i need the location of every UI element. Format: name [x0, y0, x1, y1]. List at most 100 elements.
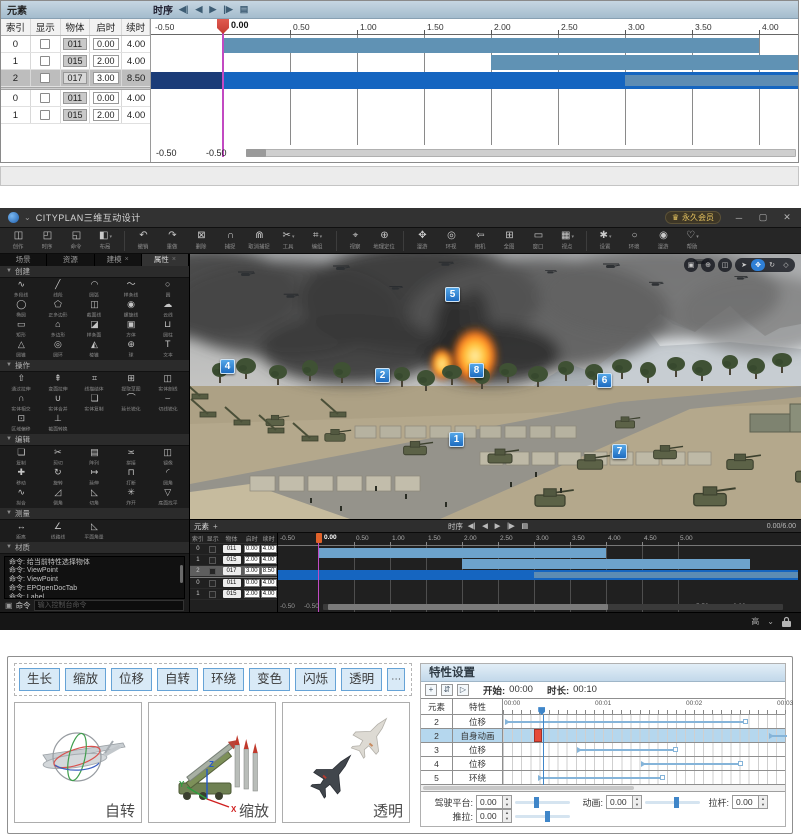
- toolbar-button-漫游[interactable]: ◉漫游: [649, 230, 678, 251]
- viewport-marker-8[interactable]: 8: [469, 363, 484, 378]
- effect-button-变色[interactable]: 变色: [249, 668, 290, 691]
- object-badge[interactable]: 011: [63, 38, 87, 50]
- control-spinner[interactable]: 0.00▲▼: [606, 795, 642, 809]
- start-time-input[interactable]: 2.00: [93, 55, 119, 67]
- frame-forward-button[interactable]: |▶: [223, 5, 232, 14]
- sidebar-tab-建模[interactable]: 建模×: [95, 254, 142, 266]
- lock-icon[interactable]: [782, 616, 791, 627]
- table-row[interactable]: 10152.004.00: [1, 107, 150, 124]
- step-back-button[interactable]: ◀|: [179, 5, 188, 14]
- tool-棱锥[interactable]: ◭棱锥: [76, 339, 113, 359]
- section-header-编辑[interactable]: ▼编辑: [0, 434, 189, 446]
- toolbar-button-窗口[interactable]: ▭窗口: [524, 230, 553, 251]
- props-tool-1[interactable]: ⇵: [441, 684, 453, 696]
- frame-back-button[interactable]: ◀: [195, 5, 202, 14]
- control-slider[interactable]: [645, 801, 700, 804]
- track-end-marker[interactable]: [743, 719, 748, 724]
- table-row[interactable]: 00110.004.00: [190, 578, 277, 589]
- spinner-down-icon[interactable]: ▼: [633, 802, 641, 808]
- timeline-bar[interactable]: [491, 55, 798, 70]
- control-slider[interactable]: [515, 801, 570, 804]
- show-checkbox[interactable]: [40, 39, 50, 49]
- show-checkbox[interactable]: [209, 546, 216, 553]
- effect-button-闪烁[interactable]: 闪烁: [295, 668, 336, 691]
- tool-阵列[interactable]: ▤阵列: [76, 447, 113, 467]
- tool-螺旋线[interactable]: ◉螺旋线: [113, 299, 150, 319]
- minimize-button[interactable]: ─: [733, 213, 745, 223]
- property-track[interactable]: [503, 729, 785, 742]
- tool-圆角[interactable]: ◜圆角: [149, 467, 186, 487]
- control-spinner[interactable]: 0.00▲▼: [732, 795, 768, 809]
- play-button[interactable]: ▶: [209, 5, 216, 14]
- timeline-top-track-area[interactable]: -0.500.501.001.502.002.503.003.504.000.0…: [151, 19, 798, 162]
- toolbar-button-重做[interactable]: ↷重做: [158, 230, 187, 251]
- viewport-tool-circle-1[interactable]: ⊕: [701, 258, 715, 272]
- viewport-marker-5[interactable]: 5: [445, 287, 460, 302]
- start-time-input[interactable]: 2.00: [244, 590, 260, 598]
- section-header-材质[interactable]: ▼材质: [0, 542, 189, 554]
- start-time-input[interactable]: 0.00: [93, 92, 119, 104]
- keyframe-block[interactable]: [534, 729, 542, 742]
- object-badge[interactable]: 015: [223, 556, 241, 564]
- effect-button-环绕[interactable]: 环绕: [203, 668, 244, 691]
- tool-样条线[interactable]: 〜样条线: [113, 279, 150, 299]
- scrollbar-thumb[interactable]: [246, 149, 266, 157]
- sidebar-tab-资源[interactable]: 资源: [47, 254, 94, 266]
- close-button[interactable]: ✕: [781, 212, 793, 223]
- command-console[interactable]: 命令: 给当前特性选择物体命令: ViewPoint命令: ViewPoint命…: [4, 556, 185, 599]
- section-header-操作[interactable]: ▼操作: [0, 360, 189, 372]
- tool-变面拉伸[interactable]: ⇞变面拉伸: [40, 373, 77, 393]
- toolbar-button-帮助[interactable]: ♡▾帮助: [678, 230, 707, 251]
- toolbar-button-布局[interactable]: ◧▾布局: [91, 230, 120, 251]
- tool-线段[interactable]: ╱线段: [40, 279, 77, 299]
- section-header-创建[interactable]: ▼创建: [0, 266, 189, 278]
- viewport-3d[interactable]: ▣⊕◫➤✥↻◇ 1245678: [190, 254, 801, 519]
- tool-区域偏移[interactable]: ⊡区域偏移: [3, 413, 40, 433]
- props-tool-2[interactable]: ▷: [457, 684, 469, 696]
- tool-多段线[interactable]: ∿多段线: [3, 279, 40, 299]
- start-time-input[interactable]: 2.00: [93, 109, 119, 121]
- table-row[interactable]: 10152.004.00: [190, 589, 277, 600]
- properties-hscrollbar[interactable]: [421, 785, 785, 792]
- property-track[interactable]: [503, 771, 785, 784]
- spinner-down-icon[interactable]: ▼: [759, 802, 767, 808]
- track-start-marker[interactable]: [641, 761, 646, 767]
- props-tool-0[interactable]: +: [425, 684, 437, 696]
- show-checkbox[interactable]: [209, 568, 216, 575]
- toolbar-button-漫游[interactable]: ✥漫游: [408, 230, 437, 251]
- viewport-mode-1[interactable]: ✥: [751, 259, 765, 271]
- toolbar-button-全图[interactable]: ⊞全图: [495, 230, 524, 251]
- effect-button-自转[interactable]: 自转: [157, 668, 198, 691]
- spinner-steppers[interactable]: ▲▼: [502, 796, 511, 808]
- tool-截面转换[interactable]: ⊥截面转换: [40, 413, 77, 433]
- timeline-bar[interactable]: [462, 559, 750, 569]
- toolbar-button-工具[interactable]: ✂▾工具: [274, 230, 303, 251]
- member-badge[interactable]: ♛ 永久会员: [665, 211, 721, 224]
- viewport-tool-circle-2[interactable]: ◫: [718, 258, 732, 272]
- spinner-steppers[interactable]: ▲▼: [502, 810, 511, 822]
- maximize-button[interactable]: ▢: [757, 212, 769, 223]
- table-row[interactable]: 20173.008.50: [1, 70, 150, 87]
- effect-button-生长[interactable]: 生长: [19, 668, 60, 691]
- tool-炸开[interactable]: ✳炸开: [113, 487, 150, 507]
- frame-back-button[interactable]: ◀: [482, 522, 487, 531]
- app-menu-caret-icon[interactable]: ⌄: [24, 213, 31, 222]
- tool-云线[interactable]: ☁云线: [149, 299, 186, 319]
- property-row[interactable]: 2位移: [421, 715, 785, 729]
- slider-handle[interactable]: [534, 797, 539, 808]
- property-track[interactable]: [503, 743, 785, 756]
- film-button[interactable]: ▤: [240, 5, 249, 14]
- playhead-handle[interactable]: [316, 533, 322, 543]
- thumbnail-transparent[interactable]: 透明: [282, 702, 410, 823]
- status-caret-icon[interactable]: ⌄: [767, 617, 774, 626]
- tool-圆锥[interactable]: △圆锥: [3, 339, 40, 359]
- timeline-bar[interactable]: [625, 75, 798, 86]
- timeline-dark-track-area[interactable]: -0.500.501.001.502.002.503.003.504.004.5…: [278, 533, 801, 612]
- tool-正多边形[interactable]: ⬠正多边形: [40, 299, 77, 319]
- tool-延伸[interactable]: ↦延伸: [76, 467, 113, 487]
- tool-截面线[interactable]: ◫截面线: [76, 299, 113, 319]
- control-spinner[interactable]: 0.00▲▼: [476, 809, 512, 823]
- viewport-marker-7[interactable]: 7: [612, 444, 627, 459]
- toolbar-button-命令[interactable]: ◱命令: [62, 230, 91, 251]
- start-time-input[interactable]: 0.00: [244, 579, 260, 587]
